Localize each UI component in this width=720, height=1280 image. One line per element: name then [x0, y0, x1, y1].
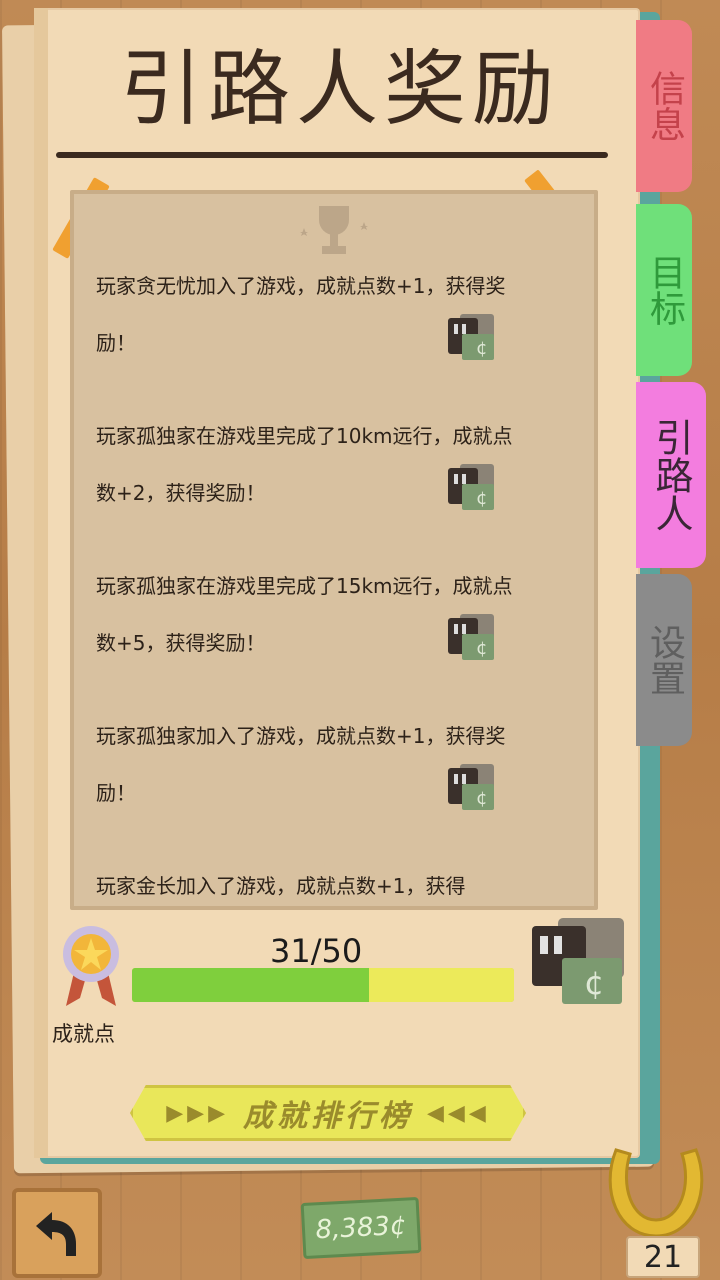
svg-text:¢: ¢ [476, 638, 487, 659]
message-item: 玩家金长加入了游戏，成就点数+1，获得 [96, 874, 466, 898]
back-arrow-icon [36, 1212, 76, 1256]
page-title: 引路人奖励 [119, 42, 560, 137]
tab-settings-label: 设置 [644, 624, 685, 696]
achievement-label: 成就点 [52, 1022, 115, 1046]
tab-guide[interactable]: 引路人 [636, 382, 706, 568]
reward-icon[interactable]: ¢ [446, 762, 498, 814]
reward-icon[interactable]: ¢ [446, 462, 498, 514]
svg-text:¢: ¢ [476, 788, 487, 809]
horseshoe-icon[interactable] [600, 1140, 712, 1250]
page-binding [34, 8, 48, 1158]
tab-info-label: 信息 [644, 70, 685, 142]
svg-text:¢: ¢ [584, 964, 604, 1002]
leaderboard-button[interactable]: ▶▶▶ 成就排行榜 ◀◀◀ [130, 1085, 526, 1141]
progress-label: 31/50 [270, 932, 363, 970]
reward-icon[interactable]: ¢ [446, 312, 498, 364]
money-display: 8,383¢ [300, 1196, 422, 1260]
title-underline [56, 152, 608, 158]
svg-text:¢: ¢ [476, 338, 487, 359]
double-arrow-right-icon: ▶▶▶ [166, 1100, 229, 1126]
tab-goal[interactable]: 目标 [636, 204, 692, 376]
double-arrow-left-icon: ◀◀◀ [427, 1100, 490, 1126]
level-badge: 21 [626, 1236, 700, 1278]
tab-goal-label: 目标 [644, 254, 685, 326]
back-button[interactable] [12, 1188, 102, 1278]
medal-icon [63, 926, 119, 1006]
tab-info[interactable]: 信息 [636, 20, 692, 192]
reward-chest-icon[interactable]: ¢ [528, 916, 628, 1010]
reward-icon[interactable]: ¢ [446, 612, 498, 664]
leaderboard-label: 成就排行榜 [243, 1099, 413, 1134]
progress-fill [132, 968, 369, 1002]
message-board[interactable]: 玩家贪无忧加入了游戏，成就点数+1，获得奖励！ 玩家孤独家在游戏里完成了10km… [70, 190, 598, 910]
progress-bar [132, 968, 514, 1002]
tab-guide-label: 引路人 [649, 418, 693, 532]
tab-settings[interactable]: 设置 [636, 574, 692, 746]
svg-text:¢: ¢ [476, 488, 487, 509]
